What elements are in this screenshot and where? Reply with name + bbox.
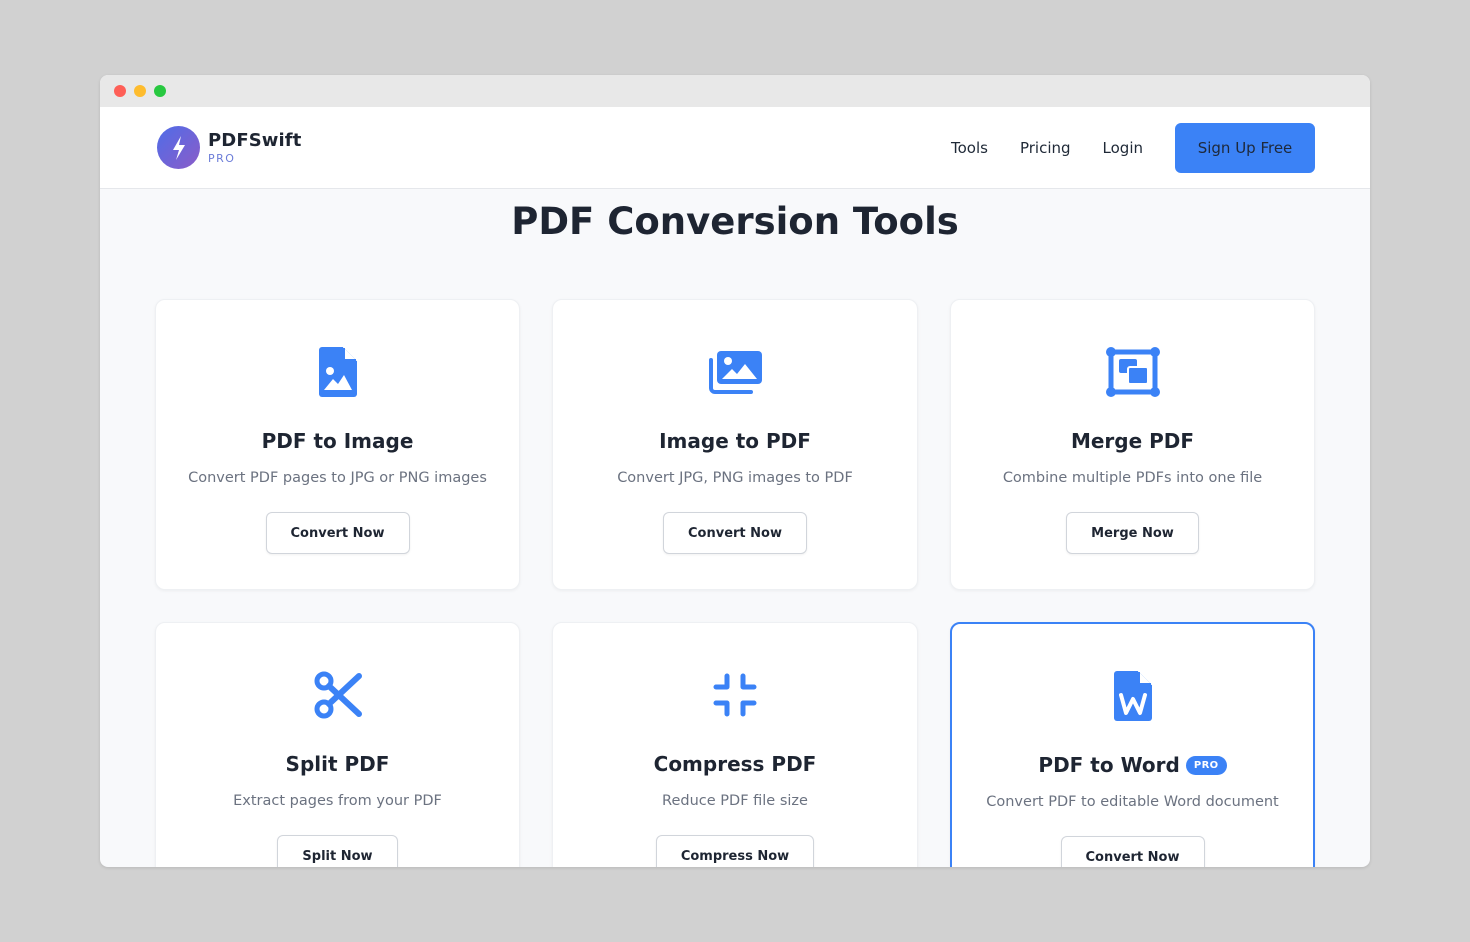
tool-title: Image to PDF [659, 429, 811, 453]
close-window-button[interactable] [114, 85, 126, 97]
tool-card-pdf-to-word: PDF to Word PRO Convert PDF to editable … [950, 622, 1315, 867]
nav-links: Tools Pricing Login Sign Up Free [919, 122, 1315, 173]
minimize-window-button[interactable] [134, 85, 146, 97]
navbar: PDFSwift PRO Tools Pricing Login Sign Up… [100, 107, 1370, 189]
split-now-button[interactable]: Split Now [277, 835, 398, 867]
tool-card-split-pdf: Split PDF Extract pages from your PDF Sp… [155, 622, 520, 867]
tools-grid: PDF to Image Convert PDF pages to JPG or… [155, 299, 1315, 867]
convert-now-button[interactable]: Convert Now [265, 512, 410, 554]
brand-subtitle: PRO [208, 151, 236, 165]
nav-link-pricing[interactable]: Pricing [1020, 139, 1071, 157]
file-word-icon [1113, 670, 1152, 722]
page-title: PDF Conversion Tools [511, 200, 959, 243]
brand-name: PDFSwift [208, 129, 302, 151]
tool-card-pdf-to-image: PDF to Image Convert PDF pages to JPG or… [155, 299, 520, 590]
maximize-window-button[interactable] [154, 85, 166, 97]
brand-logo-link[interactable]: PDFSwift PRO [157, 126, 301, 169]
tool-description: Convert JPG, PNG images to PDF [617, 470, 853, 486]
tool-title: Merge PDF [1070, 429, 1195, 453]
tool-title: Compress PDF [653, 752, 817, 776]
tool-description: Extract pages from your PDF [233, 793, 442, 809]
tool-title: PDF to Word PRO [1038, 753, 1227, 777]
tool-description: Reduce PDF file size [662, 793, 808, 809]
tool-description: Convert PDF to editable Word document [986, 794, 1279, 810]
bolt-icon [157, 126, 200, 169]
images-icon [707, 346, 763, 398]
convert-now-button[interactable]: Convert Now [663, 512, 807, 554]
tool-title: Split PDF [285, 752, 390, 776]
sign-up-button[interactable]: Sign Up Free [1175, 122, 1315, 173]
nav-link-login[interactable]: Login [1103, 139, 1143, 157]
nav-link-tools[interactable]: Tools [951, 139, 988, 157]
convert-now-button[interactable]: Convert Now [1060, 836, 1205, 867]
compress-icon [713, 669, 757, 721]
compress-now-button[interactable]: Compress Now [655, 835, 815, 867]
scissors-icon [313, 669, 363, 721]
tool-card-merge-pdf: Merge PDF Combine multiple PDFs into one… [950, 299, 1315, 590]
tool-card-image-to-pdf: Image to PDF Convert JPG, PNG images to … [552, 299, 918, 590]
window-titlebar [100, 75, 1370, 107]
object-group-icon [1105, 346, 1160, 398]
file-image-icon [318, 346, 357, 398]
tool-title: PDF to Image [261, 429, 414, 453]
browser-window: PDFSwift PRO Tools Pricing Login Sign Up… [100, 75, 1370, 867]
tool-description: Convert PDF pages to JPG or PNG images [188, 470, 487, 486]
pro-badge: PRO [1185, 755, 1227, 775]
tool-card-compress-pdf: Compress PDF Reduce PDF file size Compre… [552, 622, 918, 867]
merge-now-button[interactable]: Merge Now [1066, 512, 1199, 554]
tool-description: Combine multiple PDFs into one file [1002, 470, 1263, 486]
